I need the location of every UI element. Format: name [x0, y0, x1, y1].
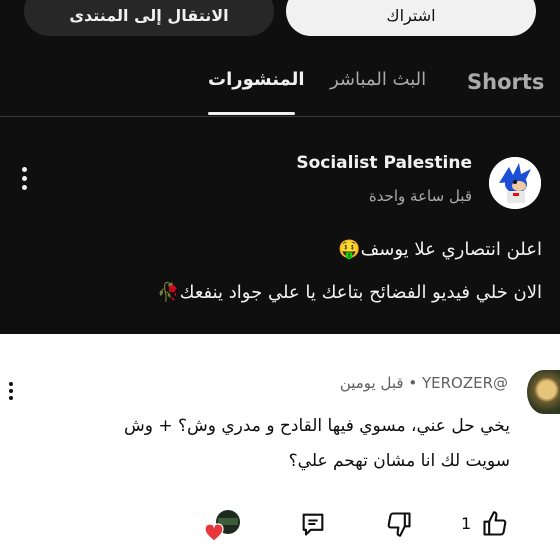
subscribe-button[interactable]: اشتراك: [286, 0, 536, 36]
active-tab-indicator: [208, 112, 295, 115]
thumb-up-icon[interactable]: [481, 510, 509, 538]
post-channel-name[interactable]: Socialist Palestine: [296, 153, 472, 173]
comment-text-line: يخي حل عني، مسوي فيها القادح و مدري وش؟ …: [123, 416, 510, 436]
tab-live[interactable]: البث المباشر: [330, 69, 426, 90]
commenter-avatar[interactable]: [527, 370, 560, 414]
go-to-forum-button[interactable]: الانتقال إلى المنتدى: [24, 0, 274, 36]
comment-actions: 1: [0, 504, 560, 544]
channel-avatar[interactable]: [489, 157, 541, 209]
top-bar: اشتراك الانتقال إلى المنتدى: [0, 0, 560, 50]
comment-text-line: سويت لك انا مشان تهحم علي؟: [288, 451, 510, 471]
post-timestamp: قبل ساعة واحدة: [368, 187, 472, 205]
more-vert-icon[interactable]: [6, 382, 16, 403]
tab-posts[interactable]: المنشورات: [208, 69, 305, 90]
post-text-line: الان خلي فيديو الفضائح بتاعك يا علي جواد…: [157, 282, 542, 303]
community-post: Socialist Palestine قبل ساعة واحدة اعلن …: [0, 117, 560, 334]
avatar-image: [489, 157, 541, 209]
tab-shorts[interactable]: Shorts: [467, 70, 544, 94]
reply-icon[interactable]: [299, 510, 327, 538]
comment-header: @YEROZER • قبل يومين: [339, 374, 508, 392]
channel-tabs: Shorts البث المباشر المنشورات: [0, 55, 560, 117]
like-count: 1: [461, 514, 472, 533]
thumb-down-icon[interactable]: [385, 510, 413, 538]
post-text-line: اعلن انتصاري علا يوسف🤑: [338, 239, 542, 260]
creator-heart-icon: [204, 510, 240, 542]
more-vert-icon[interactable]: [14, 167, 34, 197]
